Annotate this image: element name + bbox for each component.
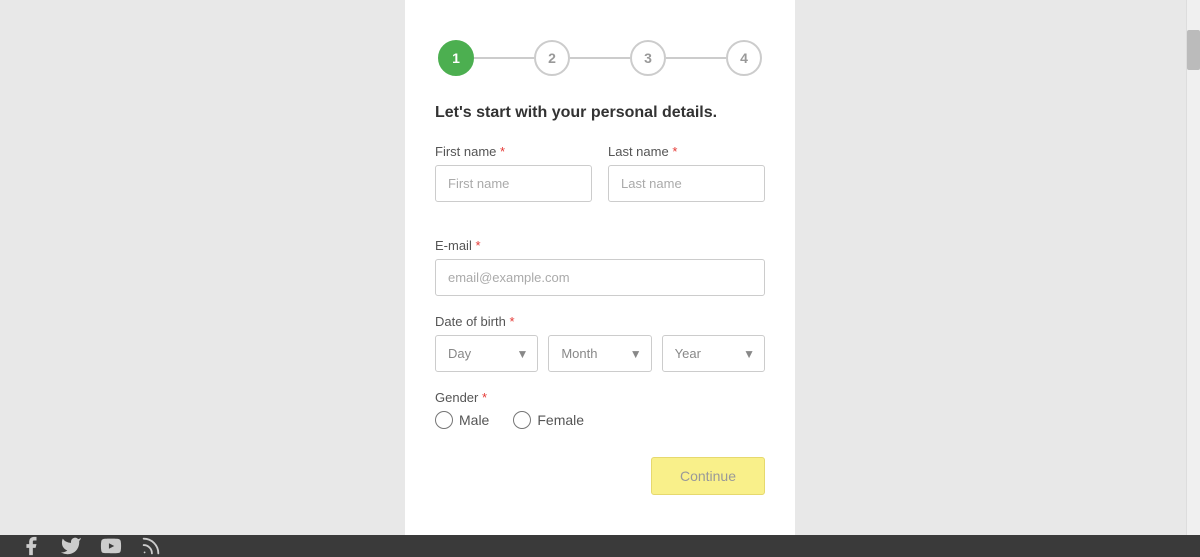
continue-button[interactable]: Continue — [651, 457, 765, 495]
last-name-input[interactable] — [608, 165, 765, 202]
form-heading: Let's start with your personal details. — [435, 104, 765, 122]
male-radio[interactable] — [435, 411, 453, 429]
step-4: 4 — [726, 40, 762, 76]
step-line-3 — [666, 57, 726, 59]
dob-group: Date of birth * Day ▼ Month ▼ — [435, 314, 765, 372]
first-name-group: First name * — [435, 144, 592, 202]
gender-required: * — [482, 390, 487, 405]
form-container: 1 2 3 4 Let's start with your personal d… — [405, 0, 795, 535]
first-name-input[interactable] — [435, 165, 592, 202]
email-group: E-mail * — [435, 238, 765, 296]
day-select-wrap: Day ▼ — [435, 335, 538, 372]
gender-row: Male Female — [435, 411, 765, 429]
month-select-wrap: Month ▼ — [548, 335, 651, 372]
month-select[interactable]: Month — [548, 335, 651, 372]
scrollbar-thumb[interactable] — [1187, 30, 1200, 70]
continue-btn-wrap: Continue — [435, 457, 765, 495]
female-label: Female — [537, 412, 584, 428]
rss-icon[interactable] — [140, 535, 162, 557]
scrollbar[interactable] — [1186, 0, 1200, 535]
youtube-icon[interactable] — [100, 535, 122, 557]
step-line-1 — [474, 57, 534, 59]
female-radio[interactable] — [513, 411, 531, 429]
email-input[interactable] — [435, 259, 765, 296]
gender-label: Gender * — [435, 390, 765, 405]
stepper: 1 2 3 4 — [435, 30, 765, 76]
last-name-required: * — [672, 144, 677, 159]
step-3: 3 — [630, 40, 666, 76]
gender-group: Gender * Male Female — [435, 390, 765, 429]
day-select[interactable]: Day — [435, 335, 538, 372]
year-select[interactable]: Year — [662, 335, 765, 372]
twitter-icon[interactable] — [60, 535, 82, 557]
male-option[interactable]: Male — [435, 411, 489, 429]
dob-required: * — [509, 314, 514, 329]
step-line-2 — [570, 57, 630, 59]
facebook-icon[interactable] — [20, 535, 42, 557]
email-required: * — [475, 238, 480, 253]
male-label: Male — [459, 412, 489, 428]
year-select-wrap: Year ▼ — [662, 335, 765, 372]
dob-row: Day ▼ Month ▼ Year ▼ — [435, 335, 765, 372]
dob-label: Date of birth * — [435, 314, 765, 329]
step-1: 1 — [438, 40, 474, 76]
first-name-label: First name * — [435, 144, 592, 159]
name-row: First name * Last name * — [435, 144, 765, 220]
email-label: E-mail * — [435, 238, 765, 253]
female-option[interactable]: Female — [513, 411, 584, 429]
last-name-group: Last name * — [608, 144, 765, 202]
first-name-required: * — [500, 144, 505, 159]
footer — [0, 535, 1200, 557]
step-2: 2 — [534, 40, 570, 76]
last-name-label: Last name * — [608, 144, 765, 159]
